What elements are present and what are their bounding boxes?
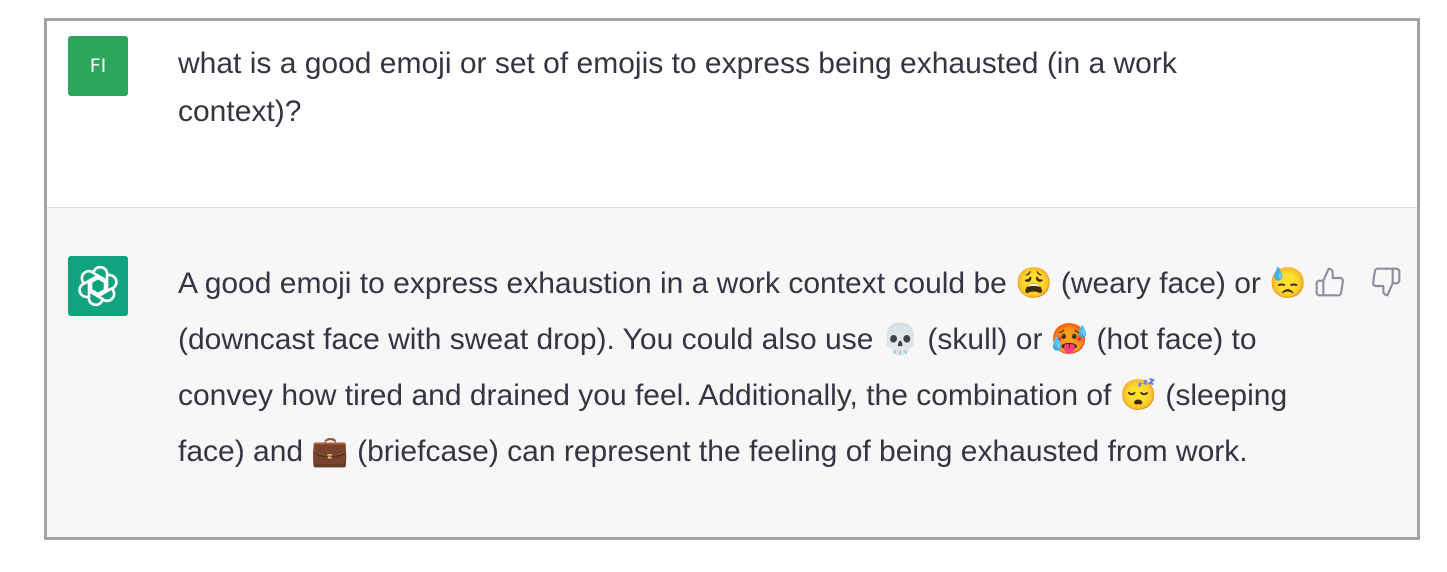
assistant-avatar: [68, 256, 128, 316]
user-avatar: FI: [68, 36, 128, 96]
user-message-row: FI what is a good emoji or set of emojis…: [47, 21, 1417, 208]
thumbs-down-button[interactable]: [1369, 265, 1403, 299]
assistant-message-row: A good emoji to express exhaustion in a …: [47, 208, 1417, 537]
user-message-text: what is a good emoji or set of emojis to…: [178, 47, 1177, 128]
thumbs-up-icon: [1315, 267, 1344, 297]
chat-conversation-frame: FI what is a good emoji or set of emojis…: [44, 18, 1420, 540]
thumbs-down-icon: [1372, 267, 1401, 297]
user-avatar-initials: FI: [89, 55, 107, 77]
thumbs-up-button[interactable]: [1313, 265, 1347, 299]
assistant-message-text: A good emoji to express exhaustion in a …: [178, 267, 1307, 468]
openai-logo-icon: [78, 265, 118, 307]
